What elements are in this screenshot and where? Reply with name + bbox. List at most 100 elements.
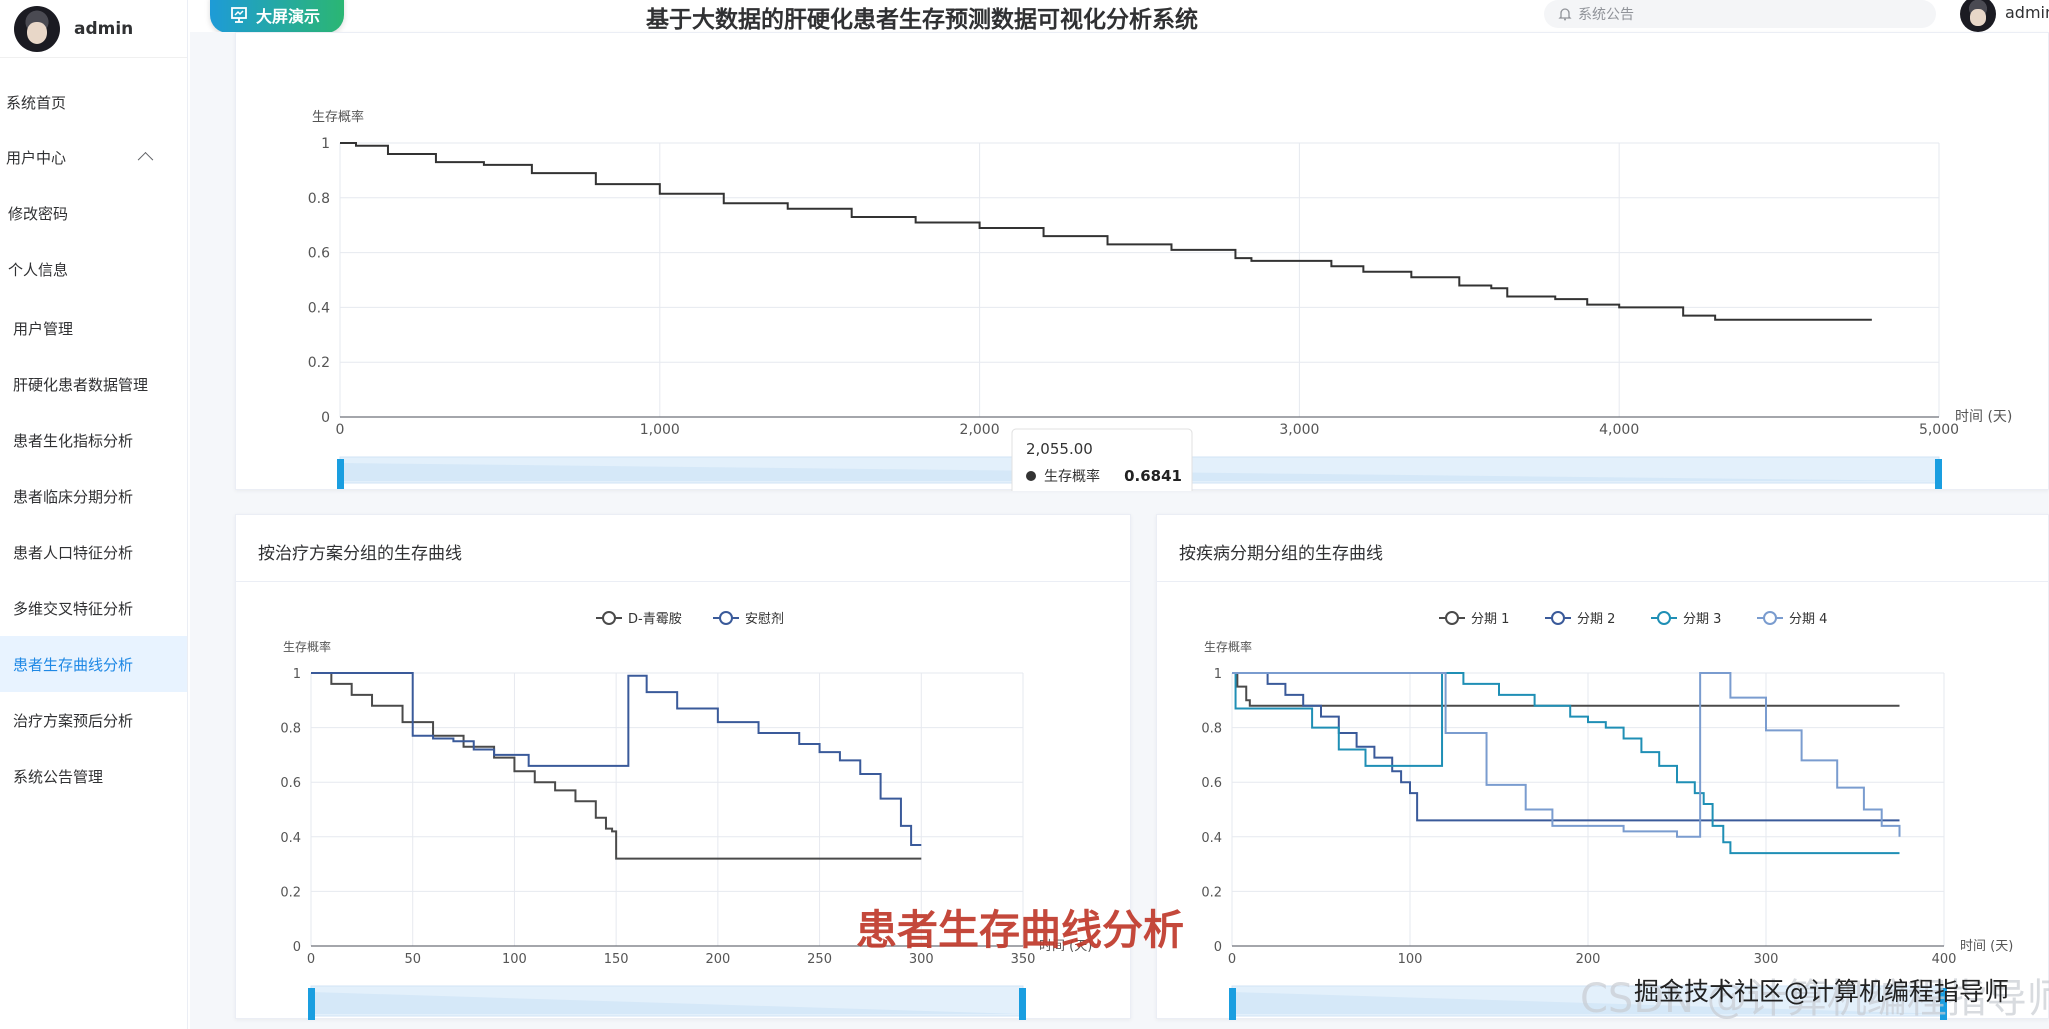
- bell-icon: [1558, 8, 1572, 21]
- sidebar-item-biochem[interactable]: 患者生化指标分析: [0, 420, 187, 460]
- y-tick-label: 0.2: [1201, 885, 1222, 900]
- legend-label: 分期 3: [1683, 612, 1721, 627]
- chevron-up-icon[interactable]: [137, 151, 154, 168]
- x-tick-label: 150: [604, 952, 629, 967]
- sidebar-item-label: 患者人口特征分析: [13, 543, 134, 562]
- legend-item[interactable]: 分期 2: [1545, 611, 1615, 627]
- zoom-handle-right[interactable]: [1935, 459, 1942, 489]
- notice-placeholder: 系统公告: [1578, 7, 1634, 23]
- sidebar-item-label: 用户中心: [6, 148, 67, 167]
- sidebar-item-label: 治疗方案预后分析: [13, 711, 134, 730]
- stage-survival-card: 按疾病分期分组的生存曲线 0 100 200 300 400 0 0.2 0.4 0.6 0.8 1…: [1156, 514, 2049, 1020]
- data-zoom-slider[interactable]: [308, 985, 1026, 1020]
- x-axis-label: 时间 (天): [1960, 939, 2013, 954]
- series-line-4[interactable]: [1232, 672, 1901, 838]
- tooltip-marker: [1026, 471, 1036, 481]
- y-tick-label: 0: [1214, 940, 1222, 955]
- sidebar-item-treatment[interactable]: 治疗方案预后分析: [0, 700, 187, 740]
- y-tick-label: 0.6: [308, 246, 330, 262]
- x-tick-label: 5,000: [1919, 422, 1959, 438]
- series-line-1[interactable]: [1232, 672, 1900, 707]
- y-axis-label: 生存概率: [312, 109, 364, 125]
- legend-marker: [1657, 611, 1671, 625]
- sidebar-item-notice[interactable]: 系统公告管理: [0, 756, 187, 796]
- y-tick-label: 0.8: [308, 191, 330, 207]
- sidebar-item-user-manage[interactable]: 用户管理: [0, 308, 187, 348]
- x-tick-label: 2,000: [960, 422, 1000, 438]
- x-tick-label: 4,000: [1599, 422, 1639, 438]
- header-username[interactable]: admin: [2005, 3, 2049, 22]
- y-tick-label: 0.4: [280, 831, 301, 846]
- legend-marker: [1763, 611, 1777, 625]
- x-tick-label: 200: [705, 952, 730, 967]
- sidebar-item-home[interactable]: 系统首页: [0, 82, 187, 122]
- legend-item[interactable]: D-青霉胺: [596, 611, 682, 627]
- notice-search[interactable]: 系统公告: [1544, 0, 1936, 28]
- stage-survival-chart[interactable]: 0 100 200 300 400 0 0.2 0.4 0.6 0.8 1 生存概率时间 (天) 分期 …: [1157, 515, 2049, 1020]
- presentation-icon: [231, 6, 247, 23]
- legend-label: 分期 2: [1577, 612, 1615, 627]
- y-tick-label: 0.8: [1201, 722, 1222, 737]
- sidebar-item-label: 患者生化指标分析: [13, 431, 134, 450]
- sidebar-item-clinical-stage[interactable]: 患者临床分期分析: [0, 476, 187, 516]
- zoom-handle-left[interactable]: [1229, 988, 1236, 1020]
- watermark-juejin: 掘金技术社区@计算机编程指导师: [1634, 977, 2010, 1006]
- header-avatar[interactable]: [1960, 0, 1996, 32]
- overall-survival-chart[interactable]: 0 1,000 2,000 3,000 4,000 5,000 0 0.2 0.4 0.6 0.8 1…: [236, 33, 2049, 496]
- legend-item[interactable]: 安慰剂: [713, 611, 784, 627]
- x-tick-label: 0: [307, 952, 315, 967]
- sidebar-item-label: 修改密码: [8, 204, 69, 223]
- tooltip-value: 0.6841: [1124, 467, 1182, 485]
- zoom-handle-left[interactable]: [337, 459, 344, 489]
- big-screen-button[interactable]: 大屏演示: [210, 0, 344, 33]
- x-tick-label: 400: [1932, 952, 1957, 967]
- legend-item[interactable]: 分期 3: [1651, 611, 1721, 627]
- sidebar: admin 系统首页用户中心修改密码个人信息用户管理肝硬化患者数据管理患者生化指…: [0, 0, 188, 1029]
- sidebar-item-survival[interactable]: 患者生存曲线分析: [0, 636, 187, 692]
- legend-marker: [719, 611, 733, 625]
- zoom-handle-right[interactable]: [1019, 988, 1026, 1020]
- legend-item[interactable]: 分期 1: [1439, 611, 1509, 627]
- overall-survival-card: 0 1,000 2,000 3,000 4,000 5,000 0 0.2 0.4 0.6 0.8 1…: [235, 32, 2049, 496]
- sidebar-item-label: 多维交叉特征分析: [13, 599, 134, 618]
- x-tick-label: 250: [807, 952, 832, 967]
- legend-label: 分期 4: [1789, 612, 1827, 627]
- series-line-1[interactable]: [340, 142, 1872, 321]
- legend-label: 分期 1: [1471, 612, 1509, 627]
- sidebar-brand: admin: [0, 0, 187, 58]
- sidebar-item-user-center[interactable]: 用户中心: [0, 137, 187, 177]
- y-tick-label: 0.2: [280, 885, 301, 900]
- tooltip-series: 生存概率: [1044, 468, 1100, 485]
- series-line-2[interactable]: [1232, 672, 1900, 822]
- y-tick-label: 0.4: [308, 300, 330, 316]
- x-tick-label: 1,000: [640, 422, 680, 438]
- chart-tooltip: 2,055.00 生存概率 0.6841: [1011, 428, 1193, 496]
- zoom-handle-left[interactable]: [308, 988, 315, 1020]
- legend-label: 安慰剂: [745, 612, 784, 627]
- legend-item[interactable]: 分期 4: [1757, 611, 1827, 627]
- sidebar-item-cross-feature[interactable]: 多维交叉特征分析: [0, 588, 187, 628]
- sidebar-item-profile[interactable]: 个人信息: [0, 249, 187, 289]
- legend-label: D-青霉胺: [628, 612, 682, 627]
- y-tick-label: 1: [321, 136, 330, 152]
- y-tick-label: 0.8: [280, 722, 301, 737]
- sidebar-item-label: 个人信息: [8, 260, 69, 279]
- x-tick-label: 0: [1228, 952, 1236, 967]
- sidebar-item-demographic[interactable]: 患者人口特征分析: [0, 532, 187, 572]
- sidebar-item-label: 患者临床分期分析: [13, 487, 134, 506]
- legend-marker: [1551, 611, 1565, 625]
- y-tick-label: 0.4: [1201, 831, 1222, 846]
- x-tick-label: 100: [502, 952, 527, 967]
- x-tick-label: 200: [1576, 952, 1601, 967]
- y-tick-label: 0.6: [280, 776, 301, 791]
- sidebar-item-label: 系统首页: [6, 93, 67, 112]
- sidebar-item-label: 系统公告管理: [13, 767, 104, 786]
- sidebar-item-patient-data[interactable]: 肝硬化患者数据管理: [0, 364, 187, 404]
- sidebar-item-change-password[interactable]: 修改密码: [0, 193, 187, 233]
- page-title: 基于大数据的肝硬化患者生存预测数据可视化分析系统: [646, 7, 1198, 33]
- legend-marker: [1445, 611, 1459, 625]
- x-tick-label: 0: [336, 422, 345, 438]
- avatar[interactable]: [14, 5, 60, 52]
- y-tick-label: 0.6: [1201, 776, 1222, 791]
- sidebar-item-label: 患者生存曲线分析: [13, 655, 134, 674]
